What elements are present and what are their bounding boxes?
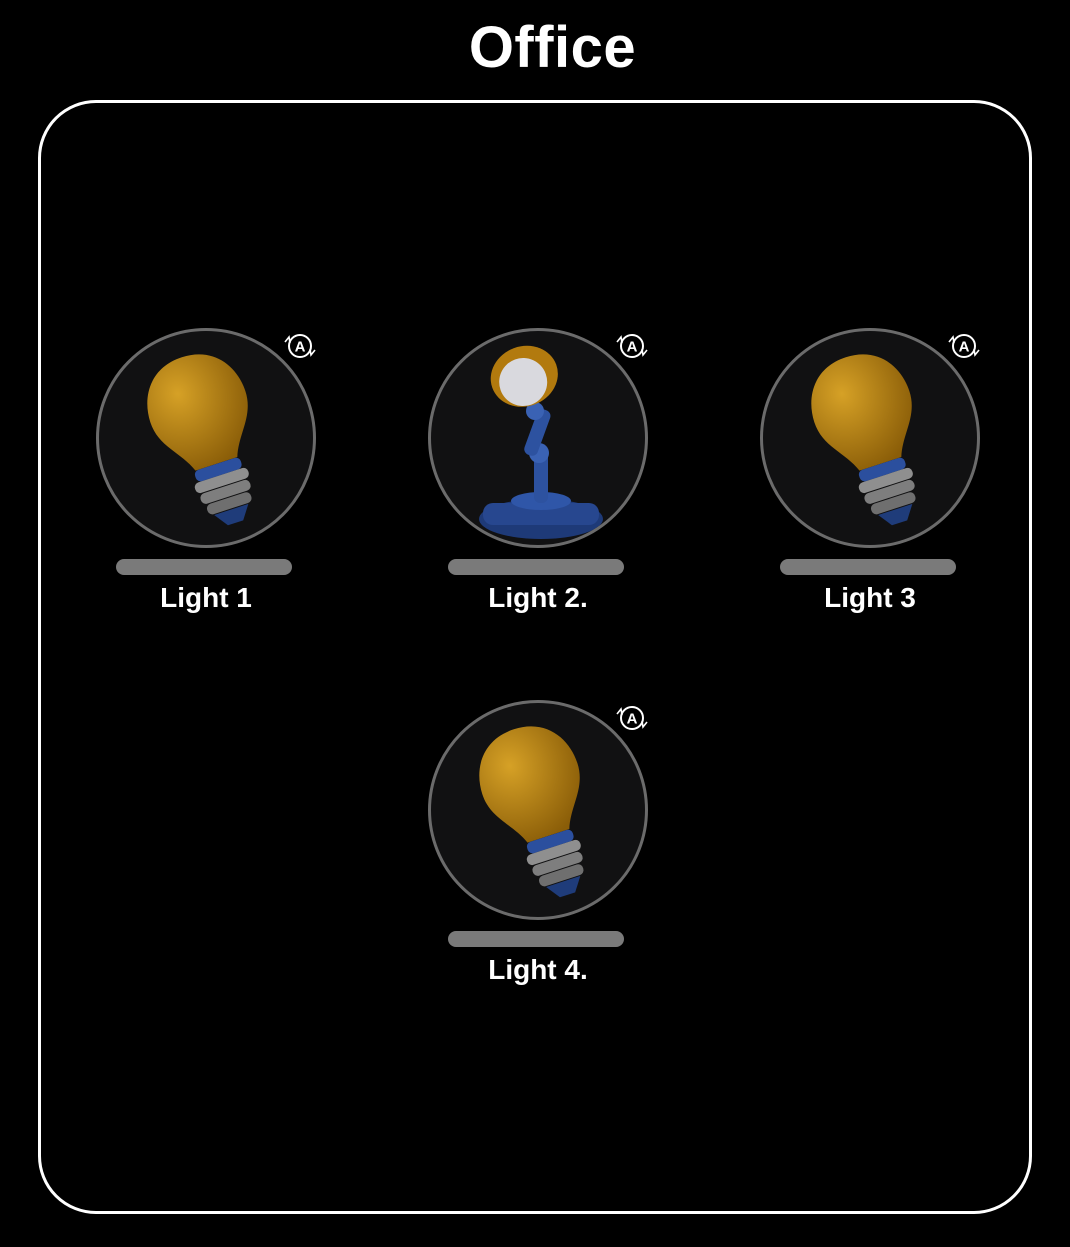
svg-text:A: A — [627, 711, 638, 728]
device-label: Light 3 — [824, 582, 916, 613]
room-panel — [38, 100, 1032, 1214]
auto-mode-icon: A — [284, 334, 316, 358]
brightness-bar[interactable] — [780, 559, 956, 575]
room-title: Office — [468, 15, 637, 80]
svg-text:A: A — [959, 339, 970, 356]
lightbulb-icon — [811, 354, 916, 526]
auto-mode-icon: A — [616, 334, 648, 358]
svg-text:A: A — [627, 339, 638, 356]
device-label: Light 4. — [488, 954, 588, 985]
svg-text:A: A — [295, 339, 306, 356]
brightness-bar[interactable] — [448, 559, 624, 575]
lightbulb-icon — [479, 726, 584, 898]
auto-mode-icon: A — [948, 334, 980, 358]
auto-mode-icon: A — [616, 706, 648, 730]
device-label: Light 2. — [488, 582, 588, 613]
desk-lamp-icon — [479, 345, 603, 539]
brightness-bar[interactable] — [448, 931, 624, 947]
lightbulb-icon — [147, 354, 252, 526]
brightness-bar[interactable] — [116, 559, 292, 575]
device-label: Light 1 — [160, 582, 252, 613]
